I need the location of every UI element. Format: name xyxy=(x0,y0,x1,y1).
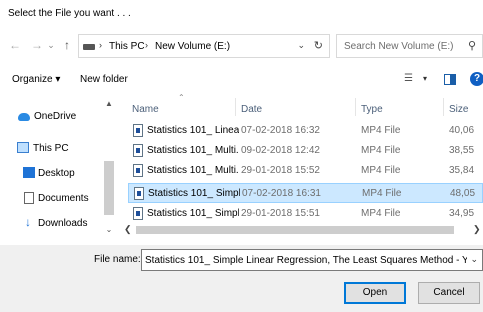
file-row[interactable]: Statistics 101_ Multi... 29-01-2018 15:5… xyxy=(128,161,483,181)
video-file-icon xyxy=(133,207,143,220)
nav-scrollbar-thumb[interactable] xyxy=(104,161,114,215)
column-header-name[interactable]: Name xyxy=(132,104,159,115)
file-size: 38,55 xyxy=(449,145,475,156)
scroll-right-icon[interactable]: ❯ xyxy=(473,224,481,235)
file-type: MP4 File xyxy=(362,188,402,199)
desktop-icon xyxy=(23,167,35,178)
forward-arrow-icon[interactable]: → xyxy=(30,38,44,52)
file-size: 40,06 xyxy=(449,125,475,136)
new-folder-button[interactable]: New folder xyxy=(80,74,128,85)
file-name: Statistics 101_ Simpl... xyxy=(148,188,240,199)
file-name: Statistics 101_ Multi... xyxy=(147,165,239,176)
breadcrumb-this-pc[interactable]: This PC xyxy=(109,41,145,52)
drive-icon xyxy=(83,44,95,50)
address-field[interactable]: › This PC › New Volume (E:) ⌄ ↻ xyxy=(78,34,330,58)
nav-item-label: OneDrive xyxy=(34,111,77,122)
breadcrumb-new-volume[interactable]: New Volume (E:) xyxy=(155,41,230,52)
column-divider[interactable] xyxy=(355,98,356,116)
computer-icon xyxy=(17,142,29,153)
file-date: 07-02-2018 16:31 xyxy=(242,188,321,199)
file-row-selected[interactable]: Statistics 101_ Simpl... 07-02-2018 16:3… xyxy=(128,183,483,203)
nav-item-label: This PC xyxy=(33,143,69,154)
horizontal-scrollbar-thumb[interactable] xyxy=(136,226,454,234)
file-name-dropdown-chevron-icon[interactable]: ⌄ xyxy=(470,254,478,265)
address-dropdown-chevron-icon[interactable]: ⌄ xyxy=(297,40,305,51)
command-bar: Organize ▾ New folder ☰ ▾ ? xyxy=(0,68,483,92)
video-file-icon xyxy=(133,164,143,177)
navigation-pane: OneDrive This PC Desktop Documents ↓ Dow… xyxy=(0,95,116,237)
file-size: 48,05 xyxy=(450,188,476,199)
nav-item-this-pc[interactable]: This PC xyxy=(0,137,102,159)
column-header-type[interactable]: Type xyxy=(361,104,383,115)
file-name-value[interactable]: Statistics 101_ Simple Linear Regression… xyxy=(145,255,467,266)
breadcrumb-separator: › xyxy=(99,40,102,50)
help-icon[interactable]: ? xyxy=(470,72,483,86)
column-divider[interactable] xyxy=(443,98,444,116)
preview-pane-icon[interactable] xyxy=(444,74,456,85)
view-options-dropdown-icon[interactable]: ▾ xyxy=(423,74,427,83)
sort-indicator-icon: ⌃ xyxy=(178,93,185,102)
search-icon[interactable]: ⚲ xyxy=(468,39,476,52)
column-divider[interactable] xyxy=(235,98,236,116)
file-row[interactable]: Statistics 101_ Simpl... 29-01-2018 15:5… xyxy=(128,204,483,221)
nav-item-label: Desktop xyxy=(38,168,75,179)
cloud-icon xyxy=(18,113,30,121)
file-list: ⌃ Name Date Type Size Statistics 101_ Li… xyxy=(122,93,483,237)
video-file-icon xyxy=(133,144,143,157)
nav-item-onedrive[interactable]: OneDrive xyxy=(0,105,102,127)
nav-item-label: Downloads xyxy=(38,218,88,229)
nav-item-documents[interactable]: Documents xyxy=(0,187,102,209)
breadcrumb-separator: › xyxy=(145,40,148,50)
column-header-size[interactable]: Size xyxy=(449,104,468,115)
video-file-icon xyxy=(133,124,143,137)
recent-locations-chevron-icon[interactable]: ⌄ xyxy=(44,38,58,52)
file-row[interactable]: Statistics 101_ Linea... 07-02-2018 16:3… xyxy=(128,121,483,141)
cancel-button[interactable]: Cancel xyxy=(418,282,480,304)
window-title: Select the File you want . . . xyxy=(8,8,131,19)
organize-button[interactable]: Organize ▾ xyxy=(12,74,60,85)
open-button[interactable]: Open xyxy=(344,282,406,304)
view-options-icon[interactable]: ☰ xyxy=(404,73,413,84)
nav-item-label: Documents xyxy=(38,193,89,204)
scroll-down-icon[interactable]: ⌄ xyxy=(104,225,114,234)
file-type: MP4 File xyxy=(361,165,401,176)
file-name: Statistics 101_ Linea... xyxy=(147,125,239,136)
horizontal-scrollbar[interactable]: ❮ ❯ xyxy=(122,223,483,237)
file-date: 29-01-2018 15:52 xyxy=(241,165,320,176)
search-placeholder[interactable]: Search New Volume (E:) xyxy=(344,41,454,52)
file-name: Statistics 101_ Multi... xyxy=(147,145,239,156)
documents-icon xyxy=(24,192,34,204)
downloads-icon: ↓ xyxy=(25,215,31,229)
file-date: 29-01-2018 15:51 xyxy=(241,208,320,219)
up-arrow-icon[interactable]: ↑ xyxy=(60,38,74,52)
nav-item-downloads[interactable]: ↓ Downloads xyxy=(0,212,102,234)
back-arrow-icon[interactable]: ← xyxy=(8,38,22,52)
file-size: 35,84 xyxy=(449,165,475,176)
file-date: 07-02-2018 16:32 xyxy=(241,125,320,136)
nav-item-desktop[interactable]: Desktop xyxy=(0,162,102,184)
file-name-label: File name: xyxy=(94,254,141,265)
refresh-icon[interactable]: ↻ xyxy=(314,39,323,52)
file-type: MP4 File xyxy=(361,145,401,156)
column-headers: ⌃ Name Date Type Size xyxy=(122,93,483,117)
title-bar: Select the File you want . . . xyxy=(0,0,483,26)
dialog-footer: File name: Statistics 101_ Simple Linear… xyxy=(0,245,483,312)
scroll-left-icon[interactable]: ❮ xyxy=(124,224,132,235)
file-date: 09-02-2018 12:42 xyxy=(241,145,320,156)
address-bar-row: ← → ⌄ ↑ › This PC › New Volume (E:) ⌄ ↻ … xyxy=(0,34,483,58)
nav-scrollbar[interactable]: ▲ ⌄ xyxy=(102,95,116,237)
file-name: Statistics 101_ Simpl... xyxy=(147,208,239,219)
file-size: 34,95 xyxy=(449,208,475,219)
scroll-up-icon[interactable]: ▲ xyxy=(104,99,114,108)
file-name-input[interactable]: Statistics 101_ Simple Linear Regression… xyxy=(141,249,483,271)
video-file-icon xyxy=(134,187,144,200)
file-type: MP4 File xyxy=(361,125,401,136)
file-row[interactable]: Statistics 101_ Multi... 09-02-2018 12:4… xyxy=(128,141,483,161)
search-box[interactable]: Search New Volume (E:) ⚲ xyxy=(336,34,483,58)
column-header-date[interactable]: Date xyxy=(241,104,262,115)
file-type: MP4 File xyxy=(361,208,401,219)
